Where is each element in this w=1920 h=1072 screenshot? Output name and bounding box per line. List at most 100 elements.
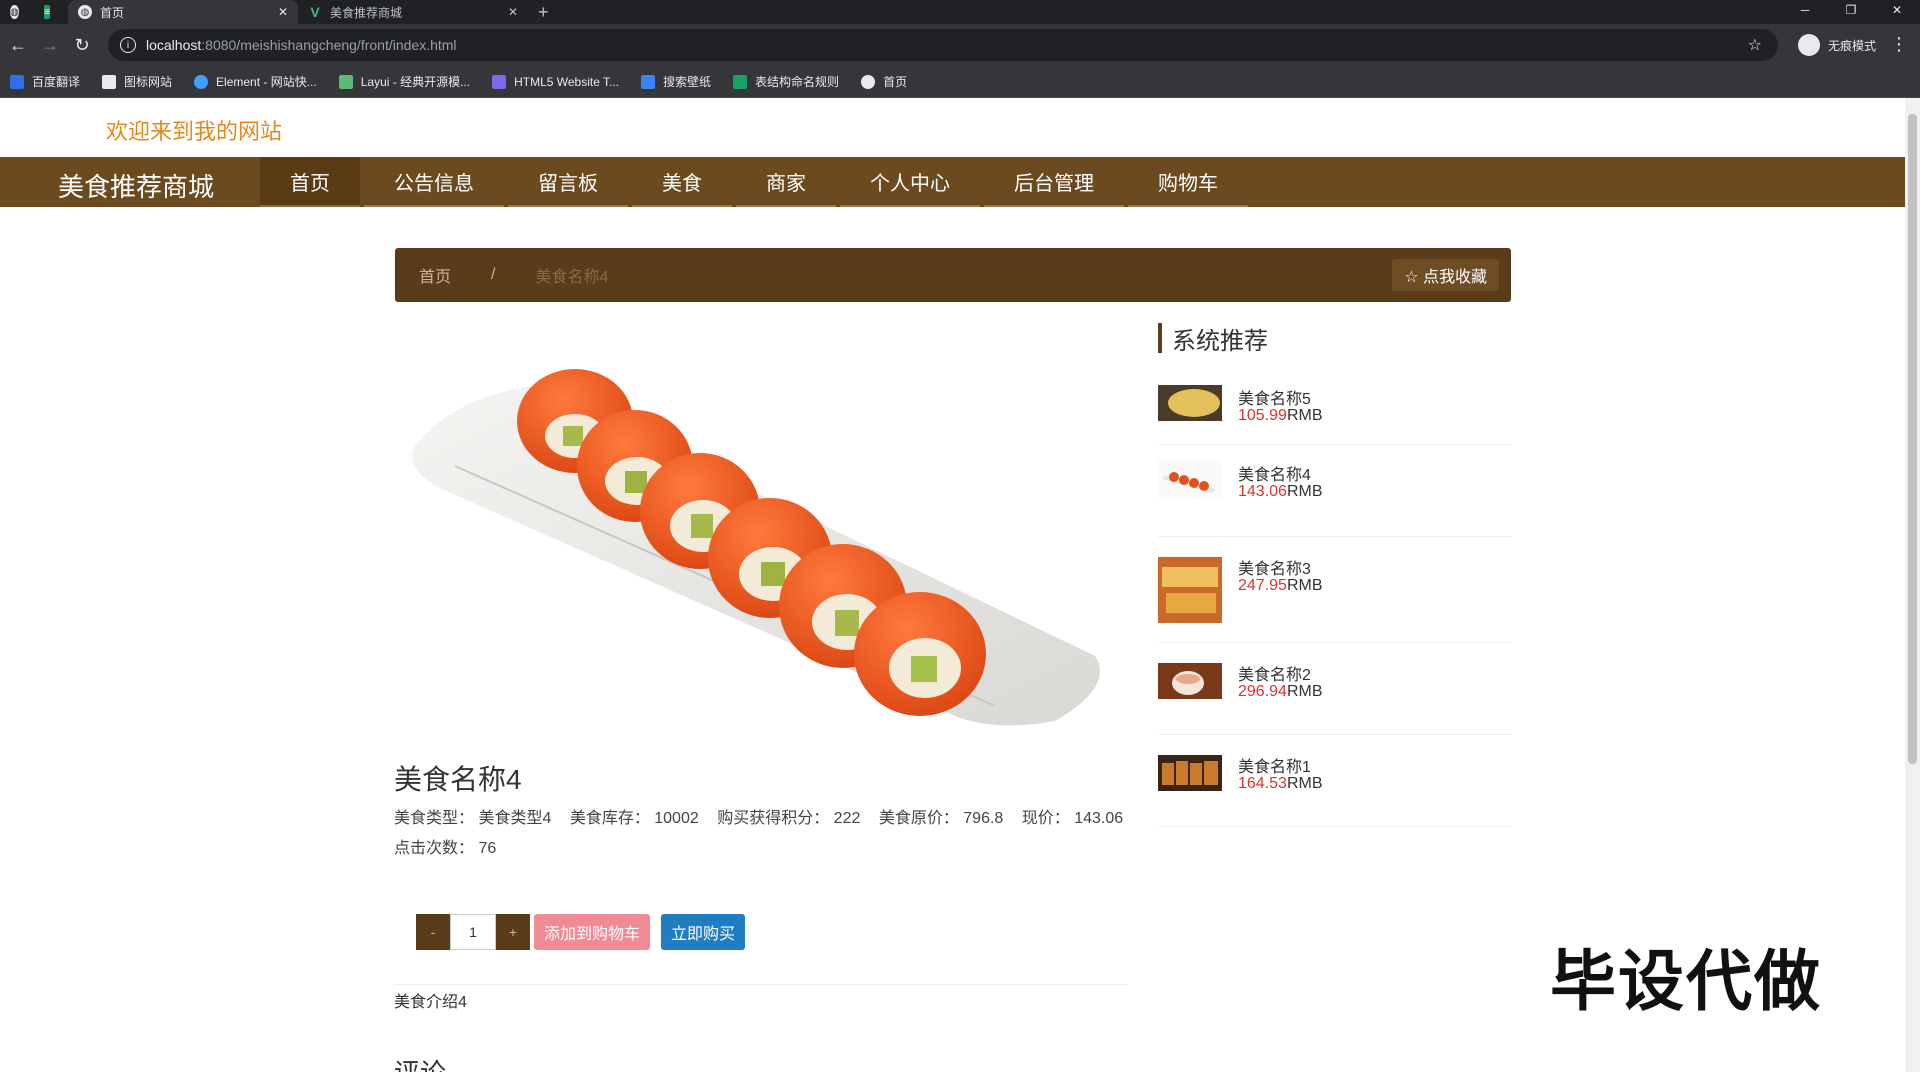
bookmark-label: 搜索壁纸 <box>663 75 712 89</box>
bookmark-item[interactable]: 首页 <box>861 73 907 90</box>
recommend-item[interactable]: 美食名称1 164.53RMB <box>1158 735 1512 827</box>
browser-tab-strip: ◍ ≡ ◍ 首页 ✕ V 美食推荐商城 ✕ + ─ ❐ ✕ <box>0 0 1920 24</box>
tab-pinned-2[interactable]: ≡ <box>34 0 68 24</box>
layui-icon <box>338 74 353 89</box>
globe-icon: ◍ <box>10 5 19 19</box>
qty-minus-button[interactable]: - <box>416 914 450 950</box>
recommend-name: 美食名称1 <box>1238 759 1311 776</box>
nav-admin[interactable]: 后台管理 <box>984 157 1124 207</box>
scrollbar-thumb[interactable] <box>1908 114 1917 764</box>
tab-home[interactable]: ◍ 首页 ✕ <box>68 0 298 24</box>
price-value: 247.95 <box>1238 577 1287 594</box>
forward-arrow-icon[interactable]: → <box>34 35 66 56</box>
breadcrumb-separator: / <box>491 266 496 283</box>
bookmark-item[interactable]: Element - 网站快... <box>194 73 317 90</box>
product-meta-line1: 美食类型： 美食类型4 美食库存： 10002 购买获得积分： 222 美食原价… <box>394 804 1134 834</box>
watermark-text: 毕设代做 <box>1550 944 1822 1018</box>
nav-food[interactable]: 美食 <box>632 157 732 207</box>
tab-home-label: 首页 <box>100 5 125 20</box>
price-value: 296.94 <box>1238 683 1287 700</box>
element-icon <box>194 74 209 89</box>
back-arrow-icon[interactable]: ← <box>2 35 34 56</box>
food-stock: 美食库存： 10002 <box>569 810 699 827</box>
bookmark-item[interactable]: 搜索壁纸 <box>641 73 711 90</box>
recommend-thumb <box>1158 459 1222 499</box>
recommend-item[interactable]: 美食名称2 296.94RMB <box>1158 643 1512 735</box>
add-to-cart-button[interactable]: 添加到购物车 <box>534 914 651 950</box>
product-intro: 美食介绍4 <box>394 994 467 1011</box>
nav-menu: 首页 公告信息 留言板 美食 商家 个人中心 后台管理 购物车 <box>260 157 1252 207</box>
bookmark-label: 首页 <box>883 75 908 89</box>
bookmark-item[interactable]: 表结构命名规则 <box>733 73 839 90</box>
window-close-icon[interactable]: ✕ <box>1874 0 1920 24</box>
price-unit: RMB <box>1286 683 1323 700</box>
price-unit: RMB <box>1286 483 1323 500</box>
globe-icon <box>861 74 876 89</box>
bookmark-item[interactable]: HTML5 Website T... <box>492 74 620 89</box>
recommend-sidebar: 系统推荐 美食名称5 105.99RMB 美食名称4 143.06RMB 美食名… <box>1158 323 1512 827</box>
comments-heading: 评论 <box>394 1053 446 1072</box>
incognito-profile[interactable]: 无痕模式 <box>1797 34 1876 56</box>
divider <box>394 984 1128 985</box>
wallpaper-icon <box>641 74 656 89</box>
nav-message-board[interactable]: 留言板 <box>508 157 628 207</box>
bookmark-label: 图标网站 <box>124 75 173 89</box>
qty-plus-button[interactable]: + <box>496 914 530 950</box>
product-image <box>395 326 1127 732</box>
recommend-thumb <box>1158 557 1222 623</box>
welcome-text: 欢迎来到我的网站 <box>106 119 283 144</box>
bookmark-label: 表结构命名规则 <box>755 75 840 89</box>
html5-icon <box>492 74 507 89</box>
page-viewport: 欢迎来到我的网站 美食推荐商城 首页 公告信息 留言板 美食 商家 个人中心 后… <box>0 98 1905 1072</box>
bookmark-item[interactable]: Layui - 经典开源模... <box>338 73 470 90</box>
profile-label: 无痕模式 <box>1827 38 1876 53</box>
nav-home[interactable]: 首页 <box>260 157 360 207</box>
click-count: 点击次数： 76 <box>394 840 497 857</box>
bookmark-star-icon[interactable]: ☆ <box>1748 35 1762 55</box>
quantity-stepper: - 1 + <box>416 914 530 950</box>
price-value: 105.99 <box>1238 407 1287 424</box>
recommend-item[interactable]: 美食名称4 143.06RMB <box>1158 445 1512 537</box>
restore-icon[interactable]: ❐ <box>1828 0 1874 24</box>
globe-icon: ◍ <box>78 5 92 19</box>
url-input[interactable]: i localhost:8080/meishishangcheng/front/… <box>108 29 1778 61</box>
reload-icon[interactable]: ↻ <box>66 35 98 56</box>
nav-personal-center[interactable]: 个人中心 <box>840 157 980 207</box>
breadcrumb-home[interactable]: 首页 <box>419 263 451 287</box>
sushi-plate-image <box>412 369 1100 726</box>
close-icon[interactable]: ✕ <box>498 5 518 19</box>
product-title: 美食名称4 <box>394 764 522 795</box>
price-unit: RMB <box>1286 577 1323 594</box>
bookmark-label: 百度翻译 <box>32 75 81 89</box>
price-value: 164.53 <box>1238 775 1287 792</box>
site-brand[interactable]: 美食推荐商城 <box>58 167 214 204</box>
nav-announcements[interactable]: 公告信息 <box>364 157 504 207</box>
recommend-thumb <box>1158 385 1222 421</box>
original-price: 美食原价： 796.8 <box>878 810 1004 827</box>
nav-merchants[interactable]: 商家 <box>736 157 836 207</box>
bookmark-item[interactable]: 百度翻译 <box>10 73 80 90</box>
incognito-icon <box>1797 34 1820 56</box>
minimize-icon[interactable]: ─ <box>1782 0 1828 24</box>
browser-menu-icon[interactable]: ⋮ <box>1890 34 1908 55</box>
close-icon[interactable]: ✕ <box>268 5 288 19</box>
page-scrollbar[interactable] <box>1905 98 1920 1072</box>
tab-shop[interactable]: V 美食推荐商城 ✕ <box>298 0 528 24</box>
reward-points: 购买获得积分： 222 <box>717 810 861 827</box>
new-tab-button[interactable]: + <box>528 0 559 24</box>
nav-cart[interactable]: 购物车 <box>1128 157 1248 207</box>
favorite-button[interactable]: ☆ 点我收藏 <box>1392 259 1499 291</box>
tab-pinned-1[interactable]: ◍ <box>0 0 34 24</box>
qty-input[interactable]: 1 <box>450 914 496 950</box>
tab-shop-label: 美食推荐商城 <box>330 5 403 20</box>
breadcrumb: 首页 / 美食名称4 ☆ 点我收藏 <box>395 248 1511 302</box>
recommend-item[interactable]: 美食名称5 105.99RMB <box>1158 353 1512 445</box>
info-icon[interactable]: i <box>120 37 136 53</box>
buy-now-button[interactable]: 立即购买 <box>661 914 746 950</box>
recommend-thumb <box>1158 663 1222 699</box>
recommend-name: 美食名称5 <box>1238 391 1311 408</box>
bookmark-item[interactable]: 图标网站 <box>102 73 172 90</box>
recommend-price: 105.99RMB <box>1238 407 1323 425</box>
recommend-item[interactable]: 美食名称3 247.95RMB <box>1158 537 1512 643</box>
bookmark-label: HTML5 Website T... <box>514 74 620 89</box>
